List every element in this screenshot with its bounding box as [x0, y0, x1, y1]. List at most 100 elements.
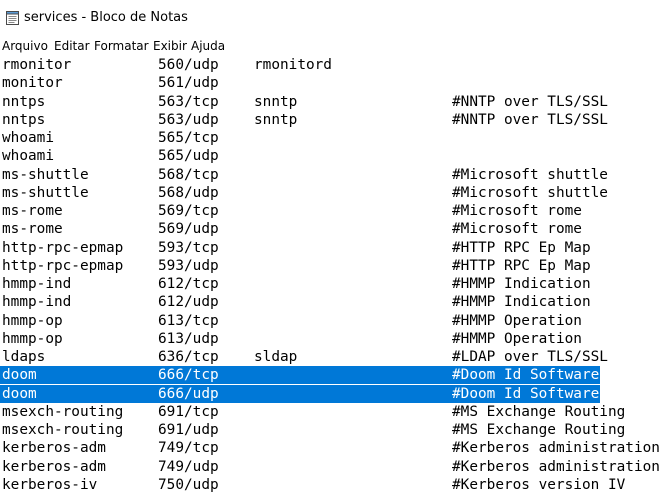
port-protocol: 565/tcp — [158, 130, 219, 146]
port-protocol: 569/udp — [158, 221, 219, 238]
port-protocol: 691/udp — [158, 422, 219, 438]
text-line-selected[interactable]: doom 666/tcp #Doom Id Software — [0, 366, 672, 385]
menu-item-formatar[interactable]: Formatar — [94, 38, 149, 54]
service-name: monitor — [2, 75, 63, 92]
port-protocol: 565/udp — [158, 148, 219, 165]
port-protocol: 636/tcp — [158, 349, 219, 365]
service-name: kerberos-adm — [2, 440, 106, 457]
port-protocol: 563/udp — [158, 111, 219, 128]
service-comment: #HMMP Operation — [452, 330, 582, 347]
port-protocol: 749/tcp — [158, 440, 219, 457]
port-protocol: 568/udp — [158, 184, 219, 201]
service-comment: #Microsoft rome — [452, 221, 582, 238]
port-protocol: 613/tcp — [158, 312, 219, 329]
service-comment: #Microsoft shuttle — [452, 184, 608, 201]
text-line-selected[interactable]: doom 666/udp #Doom Id Software — [0, 384, 672, 403]
service-name: ldaps — [2, 349, 46, 365]
service-comment: #Microsoft shuttle — [452, 166, 608, 183]
service-comment: #LDAP over TLS/SSL — [452, 349, 608, 365]
menu-item-ajuda[interactable]: Ajuda — [191, 38, 225, 54]
service-name: hmmp-ind — [2, 294, 72, 311]
text-line[interactable]: hmmp-ind 612/tcp #HMMP Indication — [0, 275, 672, 293]
service-comment: #HMMP Indication — [452, 276, 591, 292]
service-comment: #HTTP RPC Ep Map — [452, 257, 591, 274]
service-name: msexch-routing — [2, 403, 124, 420]
service-name: ms-rome — [2, 203, 63, 219]
text-line[interactable]: msexch-routing 691/tcp #MS Exchange Routin… — [0, 403, 672, 421]
text-line[interactable]: nntps 563/udp snntp #NNTP over TLS/SSL — [0, 111, 672, 129]
service-name: hmmp-ind — [2, 276, 72, 292]
port-protocol: 750/udp — [158, 476, 219, 493]
text-line[interactable]: http-rpc-epmap 593/tcp #HTTP RPC Ep Map — [0, 239, 672, 257]
text-line[interactable]: hmmp-ind 612/udp #HMMP Indication — [0, 293, 672, 311]
service-name: ms-shuttle — [2, 184, 89, 201]
service-name: hmmp-op — [2, 312, 63, 329]
window-title: services - Bloco de Notas — [24, 10, 188, 25]
port-protocol: 666/tcp — [158, 367, 219, 384]
text-line[interactable]: kerberos-adm 749/tcp #Kerberos administrat… — [0, 439, 672, 457]
service-name: whoami — [2, 130, 54, 146]
menu-item-exibir[interactable]: Exibir — [153, 38, 187, 54]
port-protocol: 612/udp — [158, 294, 219, 311]
text-line[interactable]: rmonitor 560/udp rmonitord — [0, 56, 672, 74]
service-name: doom — [2, 385, 37, 402]
text-line[interactable]: ldaps 636/tcp sldap #LDAP over TLS/SSL — [0, 348, 672, 366]
notepad-icon — [6, 11, 19, 25]
text-line[interactable]: ms-shuttle 568/udp #Microsoft shuttle — [0, 184, 672, 202]
menu-bar: Arquivo Editar Formatar Exibir Ajuda — [0, 36, 672, 56]
text-line[interactable]: ms-rome 569/tcp #Microsoft rome — [0, 202, 672, 220]
service-comment: #MS Exchange Routing — [452, 403, 626, 420]
text-line[interactable]: nntps 563/tcp snntp #NNTP over TLS/SSL — [0, 93, 672, 111]
service-comment: #HMMP Indication — [452, 294, 591, 311]
service-name: msexch-routing — [2, 422, 124, 438]
service-comment: #Kerberos version IV — [452, 476, 626, 493]
text-line[interactable]: monitor 561/udp — [0, 74, 672, 92]
text-line[interactable]: whoami 565/tcp — [0, 129, 672, 147]
port-protocol: 569/tcp — [158, 203, 219, 219]
text-line[interactable]: http-rpc-epmap 593/udp #HTTP RPC Ep Map — [0, 257, 672, 275]
service-name: http-rpc-epmap — [2, 239, 124, 256]
title-bar[interactable]: services - Bloco de Notas — [0, 0, 672, 36]
menu-item-editar[interactable]: Editar — [54, 38, 90, 54]
service-name: kerberos-adm — [2, 458, 106, 475]
text-line[interactable]: msexch-routing 691/udp #MS Exchange Routin… — [0, 421, 672, 439]
service-name: ms-shuttle — [2, 166, 89, 183]
port-protocol: 613/udp — [158, 330, 219, 347]
service-name: kerberos-iv — [2, 476, 98, 493]
service-name: nntps — [2, 93, 46, 110]
port-protocol: 561/udp — [158, 75, 219, 92]
service-name: doom — [2, 367, 37, 384]
service-comment: #HMMP Operation — [452, 312, 582, 329]
text-line[interactable]: kerberos-iv 750/udp #Kerberos version IV — [0, 476, 672, 494]
service-name: whoami — [2, 148, 54, 165]
port-protocol: 563/tcp — [158, 93, 219, 110]
notepad-window: services - Bloco de Notas Arquivo Editar F… — [0, 0, 672, 500]
service-alias: snntp — [254, 111, 298, 128]
port-protocol: 691/tcp — [158, 403, 219, 420]
service-alias: sldap — [254, 349, 298, 365]
text-line[interactable]: kerberos-adm 749/udp #Kerberos administrat… — [0, 458, 672, 476]
text-line[interactable]: whoami 565/udp — [0, 147, 672, 165]
port-protocol: 568/tcp — [158, 166, 219, 183]
port-protocol: 593/udp — [158, 257, 219, 274]
service-comment: #Microsoft rome — [452, 203, 582, 219]
service-comment: #NNTP over TLS/SSL — [452, 93, 608, 110]
port-protocol: 560/udp — [158, 57, 219, 73]
text-line[interactable]: hmmp-op 613/udp #HMMP Operation — [0, 330, 672, 348]
port-protocol: 666/udp — [158, 385, 219, 402]
port-protocol: 749/udp — [158, 458, 219, 475]
service-alias: snntp — [254, 93, 298, 110]
text-line[interactable]: ms-rome 569/udp #Microsoft rome — [0, 220, 672, 238]
menu-item-arquivo[interactable]: Arquivo — [2, 38, 48, 54]
text-editor-area[interactable]: rmonitor 560/udp rmonitord monitor 561/udp nn… — [0, 56, 672, 500]
service-name: ms-rome — [2, 221, 63, 238]
text-line[interactable]: hmmp-op 613/tcp #HMMP Operation — [0, 312, 672, 330]
service-name: nntps — [2, 111, 46, 128]
service-comment: #HTTP RPC Ep Map — [452, 239, 591, 256]
port-protocol: 612/tcp — [158, 276, 219, 292]
service-comment: #MS Exchange Routing — [452, 422, 626, 438]
service-name: rmonitor — [2, 57, 72, 73]
service-comment: #Doom Id Software — [452, 385, 600, 402]
text-line[interactable]: ms-shuttle 568/tcp #Microsoft shuttle — [0, 166, 672, 184]
service-name: http-rpc-epmap — [2, 257, 124, 274]
